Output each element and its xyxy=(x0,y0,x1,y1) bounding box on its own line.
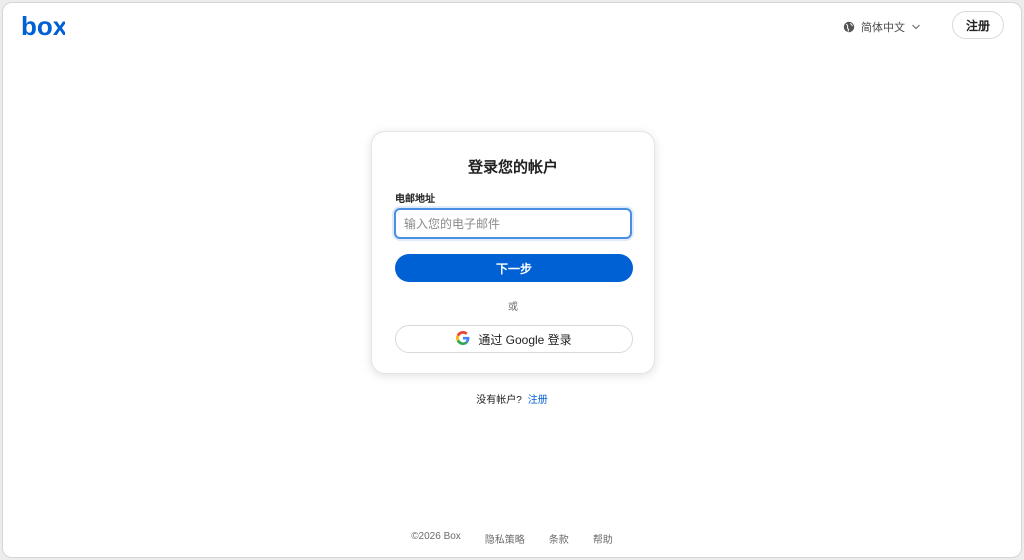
language-label: 简体中文 xyxy=(861,22,905,34)
chevron-down-icon xyxy=(911,23,921,31)
next-button[interactable]: 下一步 xyxy=(395,254,633,282)
box-logo[interactable]: box xyxy=(21,11,68,44)
google-icon xyxy=(456,330,470,348)
email-input[interactable] xyxy=(394,208,632,239)
privacy-link[interactable]: 隐私策略 xyxy=(485,531,525,546)
footer: ©2026 Box 隐私策略 条款 帮助 xyxy=(3,531,1021,546)
google-login-label: 通过 Google 登录 xyxy=(478,332,572,347)
copyright-text: ©2026 Box xyxy=(411,531,461,542)
globe-icon xyxy=(843,21,855,33)
or-separator: 或 xyxy=(508,302,518,313)
language-selector[interactable]: 简体中文 xyxy=(843,17,921,37)
box-logo-icon: box xyxy=(21,11,68,41)
browser-window: box 简体中文 注册 登录您的帐户 电邮地址 下一步 或 xyxy=(2,2,1022,558)
box-logo-text: box xyxy=(21,13,65,39)
terms-link[interactable]: 条款 xyxy=(549,531,569,546)
signup-link[interactable]: 注册 xyxy=(528,395,548,406)
help-link[interactable]: 帮助 xyxy=(593,531,613,546)
email-label: 电邮地址 xyxy=(395,194,435,205)
login-card: 登录您的帐户 电邮地址 下一步 或 通过 Google 登录 xyxy=(371,131,655,374)
login-title: 登录您的帐户 xyxy=(467,159,558,176)
signup-button[interactable]: 注册 xyxy=(952,11,1004,39)
signup-prompt: 没有帐户? 注册 xyxy=(3,391,1021,406)
no-account-text: 没有帐户? xyxy=(476,395,522,406)
google-login-button[interactable]: 通过 Google 登录 xyxy=(395,325,633,353)
